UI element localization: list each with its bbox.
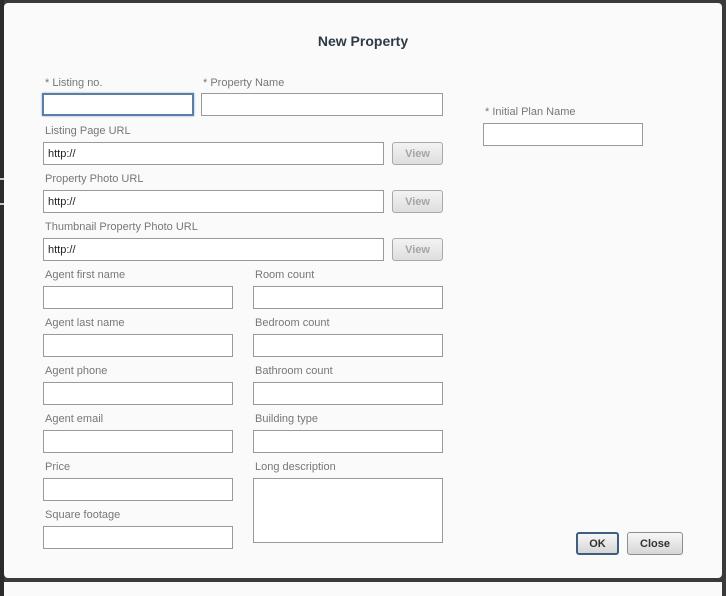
agent-last-name-input[interactable] bbox=[43, 334, 233, 357]
bathroom-count-label: Bathroom count bbox=[255, 365, 333, 377]
square-footage-label: Square footage bbox=[45, 509, 121, 521]
thumbnail-photo-view-button[interactable]: View bbox=[392, 238, 443, 261]
dialog-title: New Property bbox=[317, 33, 409, 49]
initial-plan-name-label: * Initial Plan Name bbox=[485, 106, 576, 118]
agent-phone-input[interactable] bbox=[43, 382, 233, 405]
listing-no-label: * Listing no. bbox=[45, 77, 103, 89]
building-type-input[interactable] bbox=[253, 430, 443, 453]
close-button[interactable]: Close bbox=[627, 532, 683, 555]
agent-email-input[interactable] bbox=[43, 430, 233, 453]
agent-phone-label: Agent phone bbox=[45, 365, 108, 377]
new-property-dialog: New Property * Listing no. * Property Na… bbox=[4, 3, 722, 578]
room-count-label: Room count bbox=[255, 269, 315, 281]
property-photo-view-button[interactable]: View bbox=[392, 190, 443, 213]
property-photo-url-label: Property Photo URL bbox=[45, 173, 144, 185]
room-count-input[interactable] bbox=[253, 286, 443, 309]
thumbnail-photo-url-input[interactable] bbox=[43, 238, 384, 261]
property-name-label: * Property Name bbox=[203, 77, 285, 89]
price-label: Price bbox=[45, 461, 71, 473]
listing-page-view-button[interactable]: View bbox=[392, 142, 443, 165]
building-type-label: Building type bbox=[255, 413, 318, 425]
dialog-footer-strip bbox=[4, 582, 722, 596]
long-description-label: Long description bbox=[255, 461, 336, 473]
property-photo-url-input[interactable] bbox=[43, 190, 384, 213]
property-name-input[interactable] bbox=[201, 93, 443, 116]
ok-button[interactable]: OK bbox=[576, 532, 619, 555]
square-footage-input[interactable] bbox=[43, 526, 233, 549]
price-input[interactable] bbox=[43, 478, 233, 501]
thumbnail-photo-url-label: Thumbnail Property Photo URL bbox=[45, 221, 198, 233]
bedroom-count-label: Bedroom count bbox=[255, 317, 330, 329]
listing-page-url-label: Listing Page URL bbox=[45, 125, 131, 137]
bathroom-count-input[interactable] bbox=[253, 382, 443, 405]
listing-no-input[interactable] bbox=[42, 93, 194, 116]
bedroom-count-input[interactable] bbox=[253, 334, 443, 357]
agent-first-name-label: Agent first name bbox=[45, 269, 126, 281]
long-description-textarea[interactable] bbox=[253, 478, 443, 543]
agent-first-name-input[interactable] bbox=[43, 286, 233, 309]
agent-email-label: Agent email bbox=[45, 413, 104, 425]
initial-plan-name-input[interactable] bbox=[483, 123, 643, 146]
listing-page-url-input[interactable] bbox=[43, 142, 384, 165]
agent-last-name-label: Agent last name bbox=[45, 317, 125, 329]
